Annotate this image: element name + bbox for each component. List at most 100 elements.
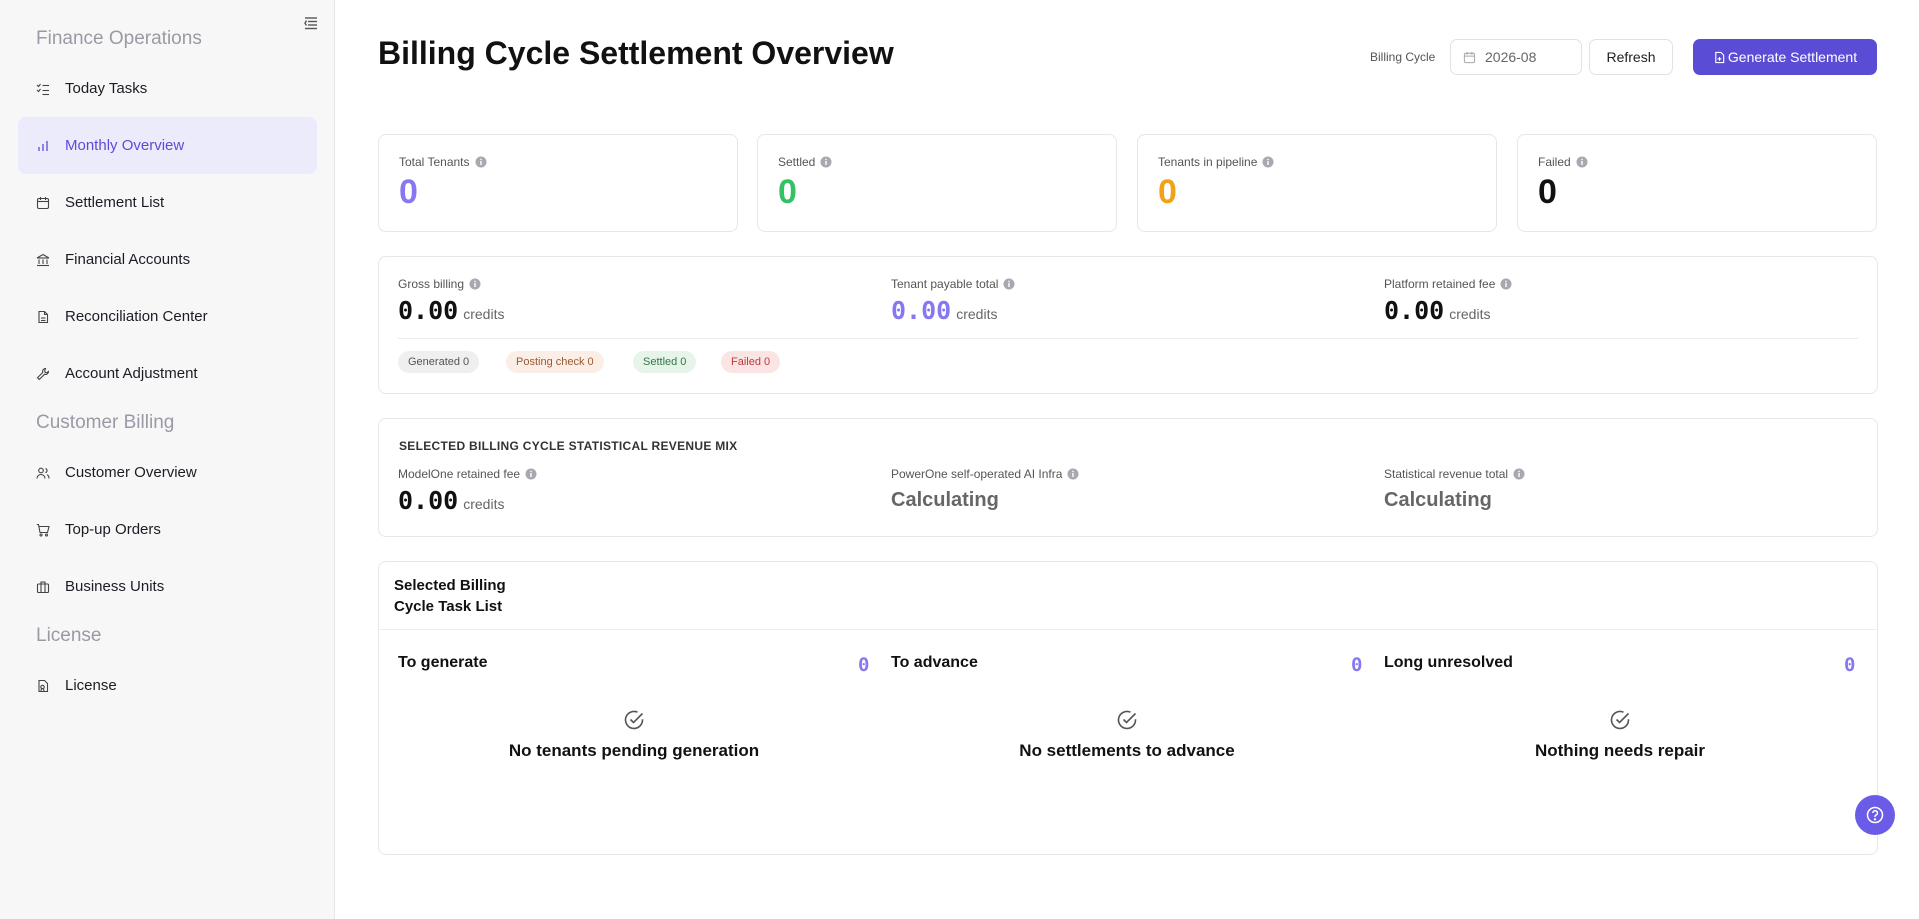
info-icon[interactable] — [1262, 156, 1274, 168]
stat-label: Failed — [1538, 155, 1571, 169]
revenue-total-label: Statistical revenue total — [1384, 467, 1509, 481]
modelone-fee-label-row: ModelOne retained fee — [398, 467, 537, 481]
unit-label: credits — [1449, 306, 1491, 322]
sidebar-item-label: Account Adjustment — [65, 365, 198, 382]
modelone-fee-value: 0.00 — [398, 486, 459, 515]
sidebar-item-label: Financial Accounts — [65, 251, 191, 268]
stat-value: 0 — [1538, 173, 1557, 211]
unit-label: credits — [463, 496, 505, 512]
revenue-total-label-row: Statistical revenue total — [1384, 467, 1525, 481]
info-icon[interactable] — [1500, 278, 1512, 290]
file-plus-icon — [1713, 51, 1728, 64]
info-icon[interactable] — [475, 156, 487, 168]
powerone-value: Calculating — [891, 489, 999, 511]
sidebar-item-today-tasks[interactable]: Today Tasks — [18, 60, 317, 117]
gross-billing-value-row: 0.00 credits — [398, 296, 504, 325]
gross-billing-label-row: Gross billing — [398, 277, 481, 291]
check-circle-icon — [623, 709, 645, 731]
wrench-icon — [36, 367, 50, 381]
platform-fee-value: 0.00 — [1384, 296, 1445, 325]
sidebar-item-account-adjustment[interactable]: Account Adjustment — [18, 345, 317, 402]
tenant-payable-label-row: Tenant payable total — [891, 277, 1015, 291]
modelone-fee-value-row: 0.00 credits — [398, 486, 504, 515]
powerone-label-row: PowerOne self-operated AI Infra — [891, 467, 1079, 481]
sidebar-item-label: Business Units — [65, 578, 165, 595]
sidebar-item-monthly-overview[interactable]: Monthly Overview — [18, 117, 317, 174]
sidebar-item-label: Customer Overview — [65, 464, 197, 481]
page-title: Billing Cycle Settlement Overview — [378, 35, 894, 71]
sidebar-item-reconciliation-center[interactable]: Reconciliation Center — [18, 288, 317, 345]
platform-fee-label: Platform retained fee — [1384, 277, 1496, 291]
section-title-license: License — [36, 625, 102, 646]
license-icon — [36, 679, 50, 693]
tenant-payable-value: 0.00 — [891, 296, 952, 325]
sidebar-item-label: Today Tasks — [65, 80, 148, 97]
task-column-title-long-unresolved: Long unresolved — [1384, 654, 1513, 671]
status-badge-failed: Failed 0 — [721, 351, 781, 373]
sidebar-item-license[interactable]: License — [18, 657, 317, 714]
task-column-title-to-advance: To advance — [891, 654, 978, 671]
stat-value: 0 — [399, 173, 418, 211]
info-icon[interactable] — [1513, 468, 1525, 480]
sidebar-item-settlement-list[interactable]: Settlement List — [18, 174, 317, 231]
sidebar-item-label: Settlement List — [65, 194, 165, 211]
sidebar-item-financial-accounts[interactable]: Financial Accounts — [18, 231, 317, 288]
sidebar: Finance Operations Today Tasks Monthly O… — [0, 0, 335, 919]
check-circle-icon — [1116, 709, 1138, 731]
stat-label-row: Settled — [778, 155, 832, 169]
platform-fee-label-row: Platform retained fee — [1384, 277, 1512, 291]
sidebar-item-customer-overview[interactable]: Customer Overview — [18, 444, 317, 501]
stat-card-total-tenants: Total Tenants 0 — [378, 134, 738, 232]
task-list-title: Selected Billing Cycle Task List — [394, 577, 506, 615]
status-badge-generated: Generated 0 — [398, 351, 480, 373]
checklist-icon — [36, 82, 50, 96]
task-count-long-unresolved: 0 — [1844, 654, 1856, 676]
bank-icon — [36, 253, 50, 267]
info-icon[interactable] — [1067, 468, 1079, 480]
sidebar-item-label: Monthly Overview — [65, 137, 185, 154]
info-icon[interactable] — [525, 468, 537, 480]
revenue-mix-card: SELECTED BILLING CYCLE STATISTICAL REVEN… — [378, 418, 1878, 537]
users-icon — [36, 466, 50, 480]
info-icon[interactable] — [820, 156, 832, 168]
revenue-mix-title: SELECTED BILLING CYCLE STATISTICAL REVEN… — [399, 439, 738, 453]
info-icon[interactable] — [1576, 156, 1588, 168]
powerone-label: PowerOne self-operated AI Infra — [891, 467, 1063, 481]
stat-label-row: Failed — [1538, 155, 1588, 169]
stat-label: Tenants in pipeline — [1158, 155, 1258, 169]
billing-cycle-value: 2026-08 — [1485, 49, 1537, 65]
sidebar-item-top-up-orders[interactable]: Top-up Orders — [18, 501, 317, 558]
empty-state-text: No tenants pending generation — [508, 741, 760, 760]
unit-label: credits — [463, 306, 505, 322]
info-icon[interactable] — [1003, 278, 1015, 290]
generate-settlement-label: Generate Settlement — [1727, 49, 1858, 65]
building-icon — [36, 580, 50, 594]
help-button[interactable] — [1855, 795, 1895, 835]
generate-settlement-button[interactable]: Generate Settlement — [1693, 39, 1877, 75]
billing-summary-card — [378, 256, 1878, 394]
unit-label: credits — [956, 306, 998, 322]
billing-cycle-picker[interactable]: 2026-08 — [1450, 39, 1582, 75]
revenue-total-value: Calculating — [1384, 489, 1492, 511]
refresh-button[interactable]: Refresh — [1589, 39, 1673, 75]
sidebar-item-label: Reconciliation Center — [65, 308, 208, 325]
sidebar-item-business-units[interactable]: Business Units — [18, 558, 317, 615]
stat-label-row: Tenants in pipeline — [1158, 155, 1274, 169]
section-title-finance-operations: Finance Operations — [36, 28, 202, 49]
sidebar-item-label: Top-up Orders — [65, 521, 161, 538]
stat-value: 0 — [778, 173, 797, 211]
stat-value: 0 — [1158, 173, 1177, 211]
platform-fee-value-row: 0.00 credits — [1384, 296, 1490, 325]
modelone-fee-label: ModelOne retained fee — [398, 467, 521, 481]
info-icon[interactable] — [469, 278, 481, 290]
status-badge-posting-check: Posting check 0 — [506, 351, 604, 373]
bar-chart-icon — [36, 139, 50, 153]
gross-billing-value: 0.00 — [398, 296, 459, 325]
calendar-icon — [36, 196, 50, 210]
tenant-payable-value-row: 0.00 credits — [891, 296, 997, 325]
sidebar-item-label: License — [65, 677, 117, 694]
gross-billing-label: Gross billing — [398, 277, 465, 291]
task-list-card: Selected Billing Cycle Task List — [378, 561, 1878, 855]
cart-icon — [36, 523, 50, 537]
collapse-sidebar-icon[interactable] — [303, 15, 321, 31]
